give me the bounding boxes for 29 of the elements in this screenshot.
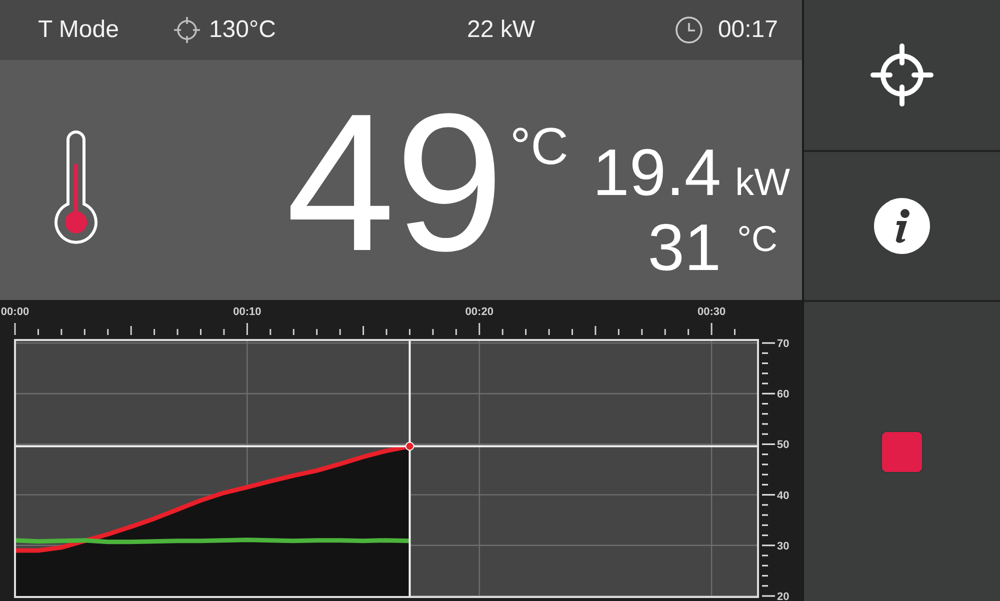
power-value: 22 kW — [467, 15, 536, 45]
clock-icon — [674, 16, 703, 44]
axis-label: 30 — [777, 540, 790, 552]
marker-icon — [405, 442, 414, 451]
stop-icon — [881, 430, 923, 472]
info-button[interactable] — [804, 152, 1000, 300]
reading-value: 19.4 — [592, 135, 722, 210]
axis-label: 00:30 — [698, 306, 726, 318]
reading-value: 31 — [646, 210, 722, 285]
time-value: 00:17 — [718, 15, 778, 45]
crosshair-icon — [870, 43, 934, 107]
unit-label: °C — [737, 221, 778, 257]
temperature-value: 49 — [286, 85, 504, 281]
info-icon — [874, 198, 930, 254]
crosshair-icon — [172, 16, 201, 44]
axis-label: 00:20 — [465, 306, 494, 318]
axis-label: 20 — [777, 591, 790, 601]
target-button[interactable] — [804, 0, 1000, 150]
setpoint-value: 130°C — [208, 15, 276, 45]
unit-label: °C — [510, 121, 568, 173]
mode-label: T Mode — [38, 15, 119, 45]
axis-label: 70 — [777, 338, 790, 350]
thermometer-icon — [54, 130, 98, 244]
axis-label: 60 — [777, 388, 790, 401]
unit-label: kW — [735, 164, 790, 202]
axis-label: 00:00 — [0, 306, 30, 318]
axis-label: 50 — [777, 439, 790, 452]
axis-label: 40 — [777, 490, 790, 502]
axis-label: 00:10 — [233, 306, 262, 318]
